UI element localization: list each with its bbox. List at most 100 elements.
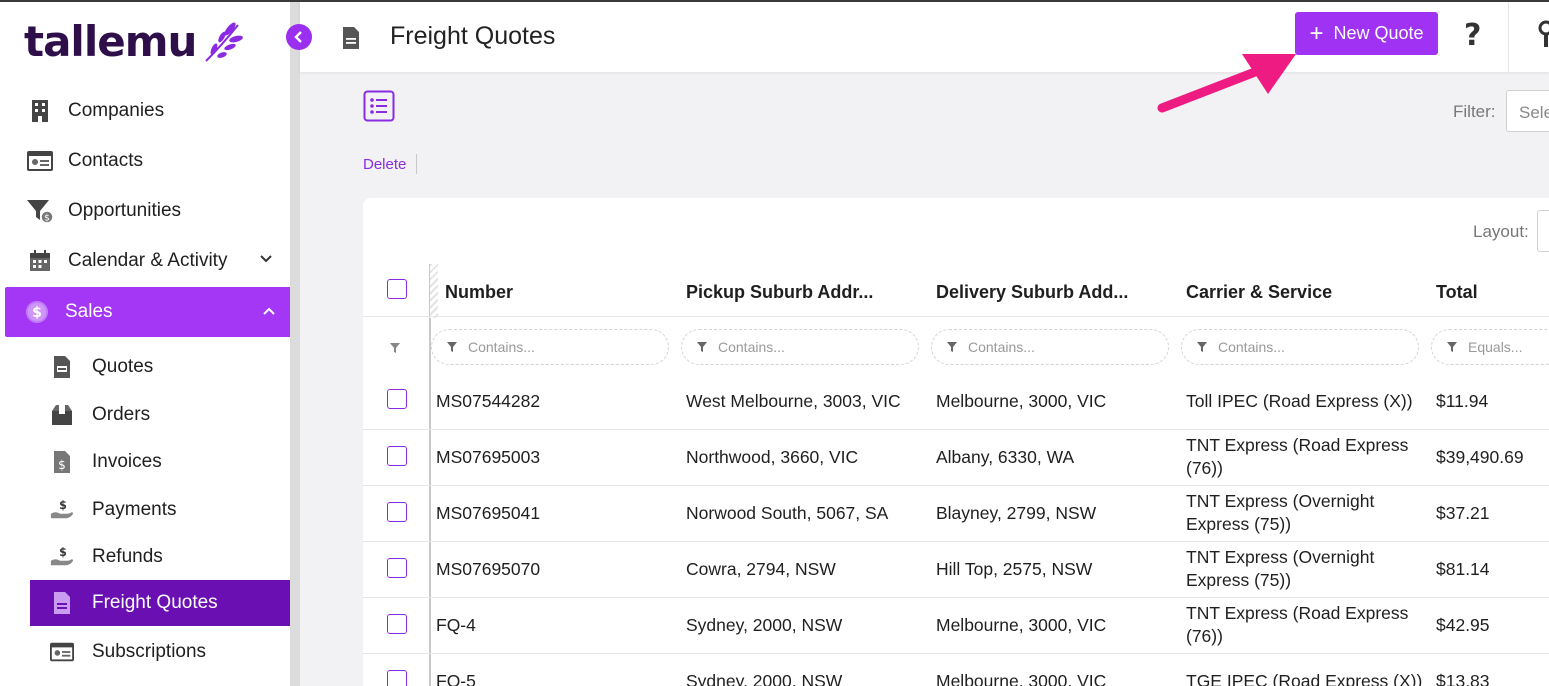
cell-carrier: TGE IPEC (Road Express (X)) [1186,671,1423,686]
chevron-down-icon[interactable] [258,251,274,267]
sidebar-item-calendar-activity[interactable]: Calendar & Activity [8,238,292,284]
table-row[interactable]: MS07695070 Cowra, 2794, NSW Hill Top, 25… [363,542,1549,598]
page-header: Freight Quotes + New Quote ? [300,2,1549,72]
table-row[interactable]: FQ-5 Sydney, 2000, NSW Melbourne, 3000, … [363,654,1549,686]
cell-total: $39,490.69 [1436,447,1524,467]
sidebar-item-label: Refunds [92,546,163,567]
sidebar-item-contacts[interactable]: Contacts [8,138,292,184]
chevron-left-icon [294,31,302,43]
row-checkbox[interactable] [387,389,407,409]
sidebar-item-label: Freight Quotes [92,592,218,613]
toolbar-divider [416,154,417,174]
chevron-up-icon[interactable] [261,303,277,319]
filter-placeholder: Contains... [1218,339,1285,355]
sidebar-item-companies[interactable]: Companies [8,88,292,134]
row-checkbox[interactable] [387,502,407,522]
help-icon[interactable]: ? [1464,18,1481,53]
id-card-icon [50,639,74,665]
filter-input-delivery[interactable]: Contains... [931,329,1169,365]
building-icon [26,97,54,125]
sidebar-item-label: Contacts [68,150,143,171]
svg-text:$: $ [44,214,50,224]
cell-carrier: TNT Express (Overnight Express (75)) [1186,491,1375,534]
cell-number: FQ-4 [436,615,476,635]
cell-total: $37.21 [1436,503,1490,523]
sidebar-scrollbar[interactable] [290,2,300,686]
cell-delivery: Hill Top, 2575, NSW [936,559,1093,579]
cell-pickup: Northwood, 3660, VIC [686,447,859,467]
filter-placeholder: Contains... [718,339,785,355]
list-view-icon[interactable] [363,90,395,122]
cell-carrier: Toll IPEC (Road Express (X)) [1186,391,1413,411]
sidebar-item-refunds[interactable]: $ Refunds [30,534,294,580]
filter-input-carrier[interactable]: Contains... [1181,329,1419,365]
sidebar-item-label: Companies [68,100,165,121]
id-card-icon [26,147,54,175]
column-header-total[interactable]: Total [1436,282,1478,303]
pointer-arrow-annotation [1157,54,1296,113]
column-header-number[interactable]: Number [445,282,513,303]
table-row[interactable]: MS07695041 Norwood South, 5067, SA Blayn… [363,486,1549,542]
funnel-dollar-icon: $ [26,197,54,225]
column-header-delivery[interactable]: Delivery Suburb Add... [936,282,1128,303]
new-quote-button[interactable]: + New Quote [1295,12,1438,55]
sidebar-item-invoices[interactable]: $ Invoices [30,439,294,485]
sidebar-item-subscriptions[interactable]: Subscriptions [30,629,294,675]
filter-input-pickup[interactable]: Contains... [681,329,919,365]
svg-text:$: $ [58,458,66,472]
filter-icon [696,341,708,353]
header-divider [1508,2,1509,72]
sidebar-item-label: Sales [65,301,113,322]
cell-total: $11.94 [1436,391,1489,411]
sidebar-item-orders[interactable]: Orders [30,392,294,438]
layout-label: Layout: [1473,222,1529,241]
cell-delivery: Blayney, 2799, NSW [936,503,1097,523]
key-icon[interactable] [1536,20,1549,50]
row-checkbox[interactable] [387,670,407,686]
cell-pickup: Sydney, 2000, NSW [686,671,843,686]
sidebar-item-sales[interactable]: $ Sales [5,287,295,337]
column-resize-handle[interactable] [430,264,438,318]
sidebar-item-quotes[interactable]: Quotes [30,344,294,390]
new-quote-label: New Quote [1333,23,1424,43]
hand-dollar-icon: $ [50,544,74,570]
table-row[interactable]: MS07544282 West Melbourne, 3003, VIC Mel… [363,374,1549,430]
filter-icon [946,341,958,353]
filter-select[interactable]: Sele [1506,90,1549,132]
cell-carrier: TNT Express (Road Express (76)) [1186,435,1409,478]
column-header-carrier[interactable]: Carrier & Service [1186,282,1332,303]
cell-delivery: Albany, 6330, WA [936,447,1075,467]
filter-placeholder: Equals... [1468,339,1523,355]
sidebar-item-opportunities[interactable]: $ Opportunities [8,188,292,234]
calendar-icon [26,247,54,275]
filter-input-number[interactable]: Contains... [431,329,669,365]
filter-label: Filter: [1453,102,1496,121]
sidebar-item-label: Orders [92,404,151,425]
cell-total: $13.83 [1436,671,1490,686]
header-divider-line [363,316,1549,317]
select-all-checkbox[interactable] [387,279,407,299]
invoice-doc-icon: $ [50,449,74,475]
delete-link[interactable]: Delete [363,156,406,173]
sidebar-item-payments[interactable]: $ Payments [30,487,294,533]
filter-input-total[interactable]: Equals... [1431,329,1549,365]
row-checkbox[interactable] [387,558,407,578]
cell-carrier: TNT Express (Overnight Express (75)) [1186,547,1375,590]
collapse-sidebar-button[interactable] [286,24,312,50]
box-icon [50,402,74,428]
layout-select[interactable] [1537,210,1549,252]
dollar-circle-icon: $ [23,298,51,326]
table-row[interactable]: FQ-4 Sydney, 2000, NSW Melbourne, 3000, … [363,598,1549,654]
cell-number: MS07695041 [436,503,541,523]
tallemu-logo[interactable]: tallemu [24,16,244,66]
sidebar-item-freight-quotes[interactable]: Freight Quotes [30,580,294,626]
page-title: Freight Quotes [390,22,556,50]
cell-delivery: Melbourne, 3000, VIC [936,671,1107,686]
filter-icon [390,343,400,353]
row-checkbox[interactable] [387,446,407,466]
column-header-pickup[interactable]: Pickup Suburb Addr... [686,282,873,303]
row-checkbox[interactable] [387,614,407,634]
svg-text:$: $ [59,546,67,559]
sidebar-item-label: Invoices [92,451,162,472]
table-row[interactable]: MS07695003 Northwood, 3660, VIC Albany, … [363,430,1549,486]
